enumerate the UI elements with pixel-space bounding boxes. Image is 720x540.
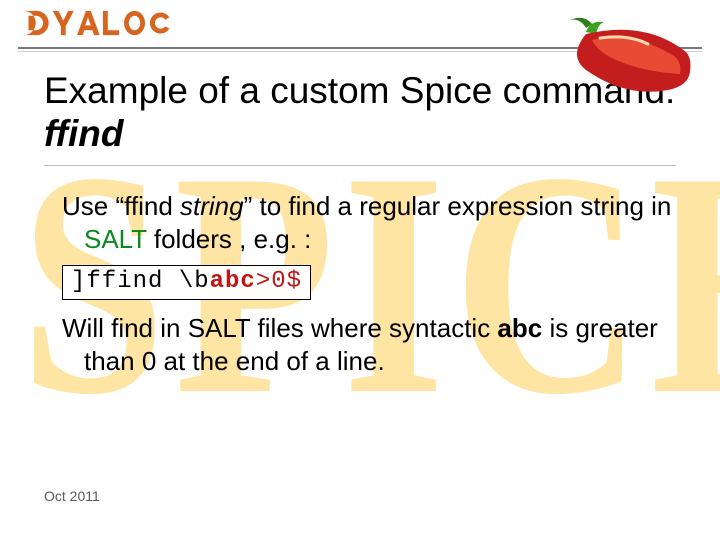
footer-date: Oct 2011 [44,488,100,504]
explain-abc: abc [497,313,542,343]
slide-content: Example of a custom Spice command: ffind… [0,70,720,377]
usage-text-3: folders , e.g. : [147,224,312,254]
code-abc: abc [210,268,256,295]
explain-text-1: Will find in SALT files where syntactic [62,313,497,343]
code-prefix: ]ffind \b [71,268,210,295]
title-underline [44,165,676,166]
code-tail: >0$ [256,268,302,295]
usage-text-2: ” to find a regular expression string in [244,191,672,221]
usage-string-word: string [180,191,244,221]
paragraph-explain: Will find in SALT files where syntactic … [44,312,676,377]
chili-pepper-icon [552,14,692,94]
paragraph-usage: Use “ffind string” to find a regular exp… [44,190,676,255]
title-command: ffind [44,113,123,154]
usage-salt-word: SALT [84,224,147,254]
dyalog-logo [22,6,192,42]
usage-text-1: Use “ffind [62,191,180,221]
code-example-box: ]ffind \babc>0$ [62,265,311,300]
